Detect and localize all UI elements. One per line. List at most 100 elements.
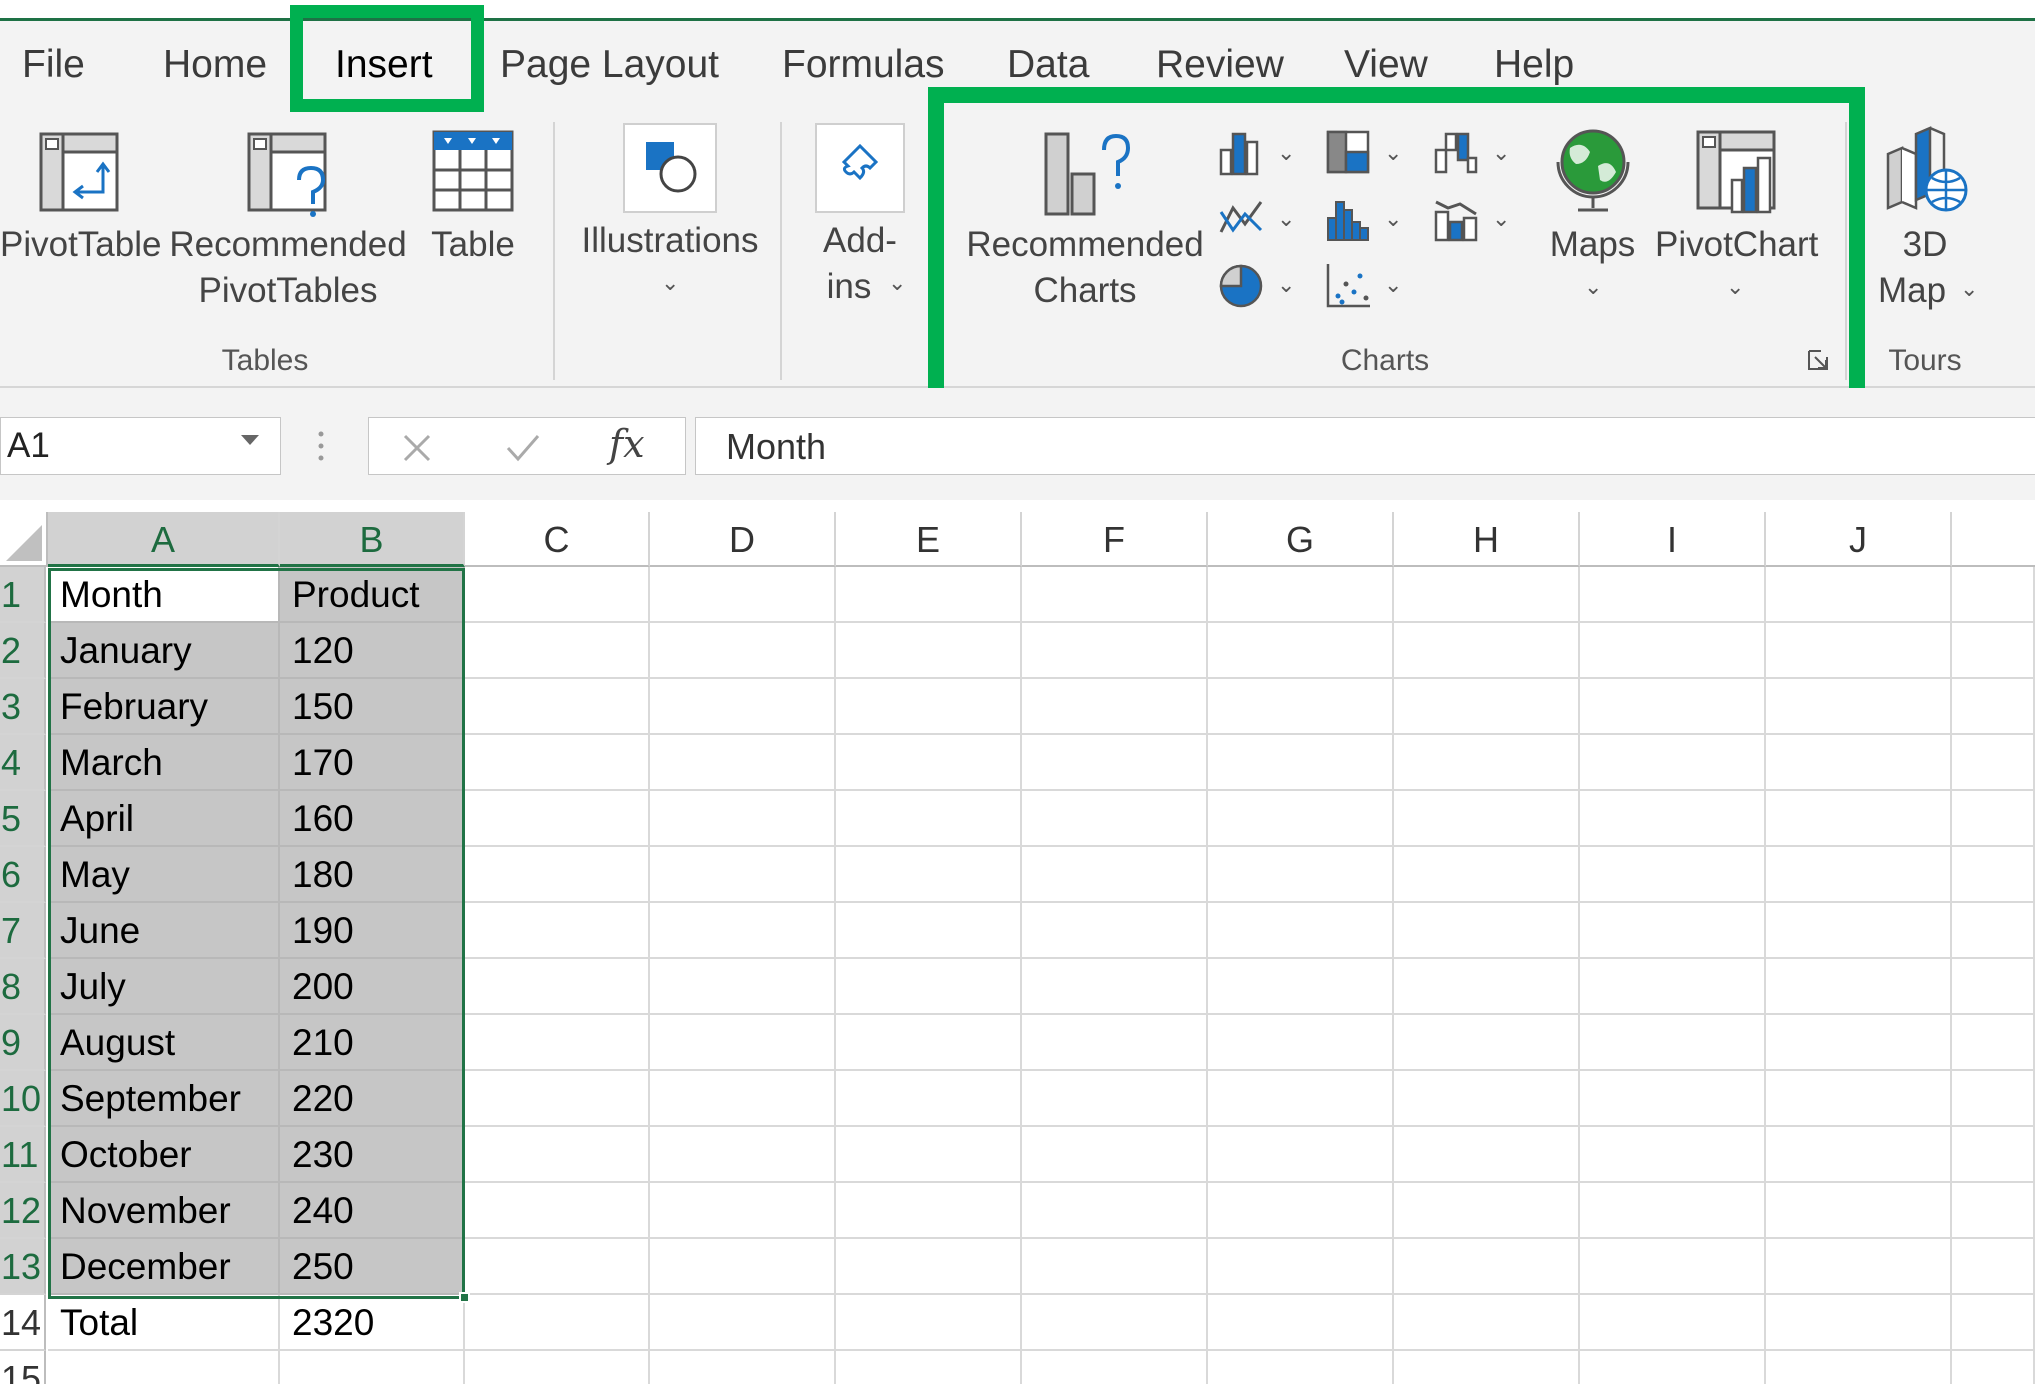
column-header[interactable]: J bbox=[1766, 512, 1952, 567]
cell[interactable] bbox=[1580, 735, 1766, 791]
cell[interactable] bbox=[1580, 1239, 1766, 1295]
cell[interactable] bbox=[1952, 791, 2035, 847]
row-header[interactable]: 4 bbox=[0, 735, 46, 791]
row-header[interactable]: 15 bbox=[0, 1351, 46, 1384]
cell[interactable] bbox=[1394, 679, 1580, 735]
cell[interactable] bbox=[1208, 1183, 1394, 1239]
cell[interactable] bbox=[1952, 847, 2035, 903]
cell[interactable] bbox=[1022, 847, 1208, 903]
cell[interactable] bbox=[1766, 1295, 1952, 1351]
cell[interactable] bbox=[1022, 1015, 1208, 1071]
insert-function-icon[interactable]: fx bbox=[609, 422, 645, 466]
cell[interactable] bbox=[1952, 679, 2035, 735]
cell[interactable] bbox=[1394, 1295, 1580, 1351]
cell[interactable] bbox=[1580, 847, 1766, 903]
row-header[interactable]: 13 bbox=[0, 1239, 46, 1295]
cell[interactable] bbox=[1208, 791, 1394, 847]
cell[interactable]: May bbox=[48, 847, 280, 903]
cell[interactable] bbox=[1952, 1295, 2035, 1351]
cell[interactable] bbox=[1022, 791, 1208, 847]
cell[interactable] bbox=[1952, 1351, 2035, 1384]
cell[interactable]: February bbox=[48, 679, 280, 735]
cell[interactable]: March bbox=[48, 735, 280, 791]
row-header[interactable]: 3 bbox=[0, 679, 46, 735]
cell[interactable] bbox=[465, 1071, 650, 1127]
row-header[interactable]: 10 bbox=[0, 1071, 46, 1127]
cell[interactable] bbox=[836, 623, 1022, 679]
cell[interactable] bbox=[1394, 1071, 1580, 1127]
enter-check-icon[interactable] bbox=[505, 432, 541, 464]
cell[interactable] bbox=[1580, 1015, 1766, 1071]
drag-handle-icon[interactable] bbox=[318, 428, 324, 464]
cell[interactable] bbox=[836, 847, 1022, 903]
cell[interactable] bbox=[1766, 1127, 1952, 1183]
cell[interactable] bbox=[1208, 1295, 1394, 1351]
cell[interactable]: 220 bbox=[280, 1071, 465, 1127]
column-header[interactable]: A bbox=[48, 512, 280, 567]
cell[interactable] bbox=[1022, 735, 1208, 791]
cell[interactable] bbox=[1208, 1239, 1394, 1295]
cell[interactable]: 2320 bbox=[280, 1295, 465, 1351]
cell[interactable] bbox=[1022, 1351, 1208, 1384]
cell[interactable] bbox=[1394, 791, 1580, 847]
row-header[interactable]: 6 bbox=[0, 847, 46, 903]
cell[interactable]: August bbox=[48, 1015, 280, 1071]
cell[interactable] bbox=[1766, 623, 1952, 679]
cell[interactable] bbox=[1022, 679, 1208, 735]
cell[interactable] bbox=[1394, 567, 1580, 623]
row-header[interactable]: 14 bbox=[0, 1295, 46, 1351]
cell[interactable] bbox=[1208, 1351, 1394, 1384]
cell[interactable]: 210 bbox=[280, 1015, 465, 1071]
cell[interactable] bbox=[836, 1239, 1022, 1295]
cell[interactable] bbox=[465, 623, 650, 679]
cell[interactable] bbox=[836, 735, 1022, 791]
cell[interactable] bbox=[1952, 1239, 2035, 1295]
cell[interactable] bbox=[1952, 1183, 2035, 1239]
cell[interactable] bbox=[836, 1183, 1022, 1239]
cell[interactable] bbox=[650, 1351, 836, 1384]
cell[interactable] bbox=[1022, 903, 1208, 959]
cell[interactable] bbox=[1208, 735, 1394, 791]
cell[interactable] bbox=[465, 1183, 650, 1239]
cell[interactable]: 160 bbox=[280, 791, 465, 847]
cell[interactable] bbox=[1952, 1015, 2035, 1071]
cell[interactable] bbox=[1580, 959, 1766, 1015]
row-header[interactable]: 1 bbox=[0, 567, 46, 623]
column-header[interactable]: F bbox=[1022, 512, 1208, 567]
cell[interactable] bbox=[836, 791, 1022, 847]
cell[interactable] bbox=[1580, 791, 1766, 847]
column-header[interactable]: C bbox=[465, 512, 650, 567]
cell[interactable] bbox=[465, 1127, 650, 1183]
cell[interactable] bbox=[1580, 1351, 1766, 1384]
cell[interactable] bbox=[1022, 623, 1208, 679]
cell[interactable] bbox=[1952, 959, 2035, 1015]
cell[interactable] bbox=[836, 567, 1022, 623]
cell[interactable] bbox=[465, 679, 650, 735]
cell[interactable]: 240 bbox=[280, 1183, 465, 1239]
cell[interactable] bbox=[1208, 623, 1394, 679]
3d-map-button[interactable]: 3D Map ⌄ bbox=[1860, 112, 1990, 332]
cell[interactable] bbox=[465, 1015, 650, 1071]
table-button[interactable]: Table bbox=[418, 112, 528, 332]
cell[interactable] bbox=[1394, 735, 1580, 791]
cell[interactable] bbox=[650, 1015, 836, 1071]
cell[interactable] bbox=[1766, 735, 1952, 791]
cell[interactable] bbox=[1208, 1015, 1394, 1071]
cell[interactable] bbox=[1394, 959, 1580, 1015]
cell[interactable] bbox=[1022, 1295, 1208, 1351]
cell[interactable] bbox=[1022, 567, 1208, 623]
fill-handle[interactable] bbox=[459, 1292, 470, 1303]
cell[interactable]: January bbox=[48, 623, 280, 679]
column-header[interactable]: G bbox=[1208, 512, 1394, 567]
cell[interactable] bbox=[1952, 735, 2035, 791]
illustrations-button[interactable]: Illustrations ⌄ bbox=[570, 112, 770, 332]
column-header[interactable]: I bbox=[1580, 512, 1766, 567]
cell[interactable] bbox=[465, 1239, 650, 1295]
cell[interactable]: Total bbox=[48, 1295, 280, 1351]
cell[interactable] bbox=[1394, 1127, 1580, 1183]
cell[interactable] bbox=[465, 735, 650, 791]
cell[interactable] bbox=[1208, 959, 1394, 1015]
row-header[interactable]: 5 bbox=[0, 791, 46, 847]
recommended-pivottables-button[interactable]: Recommended PivotTables bbox=[168, 112, 408, 332]
cell[interactable] bbox=[1208, 847, 1394, 903]
